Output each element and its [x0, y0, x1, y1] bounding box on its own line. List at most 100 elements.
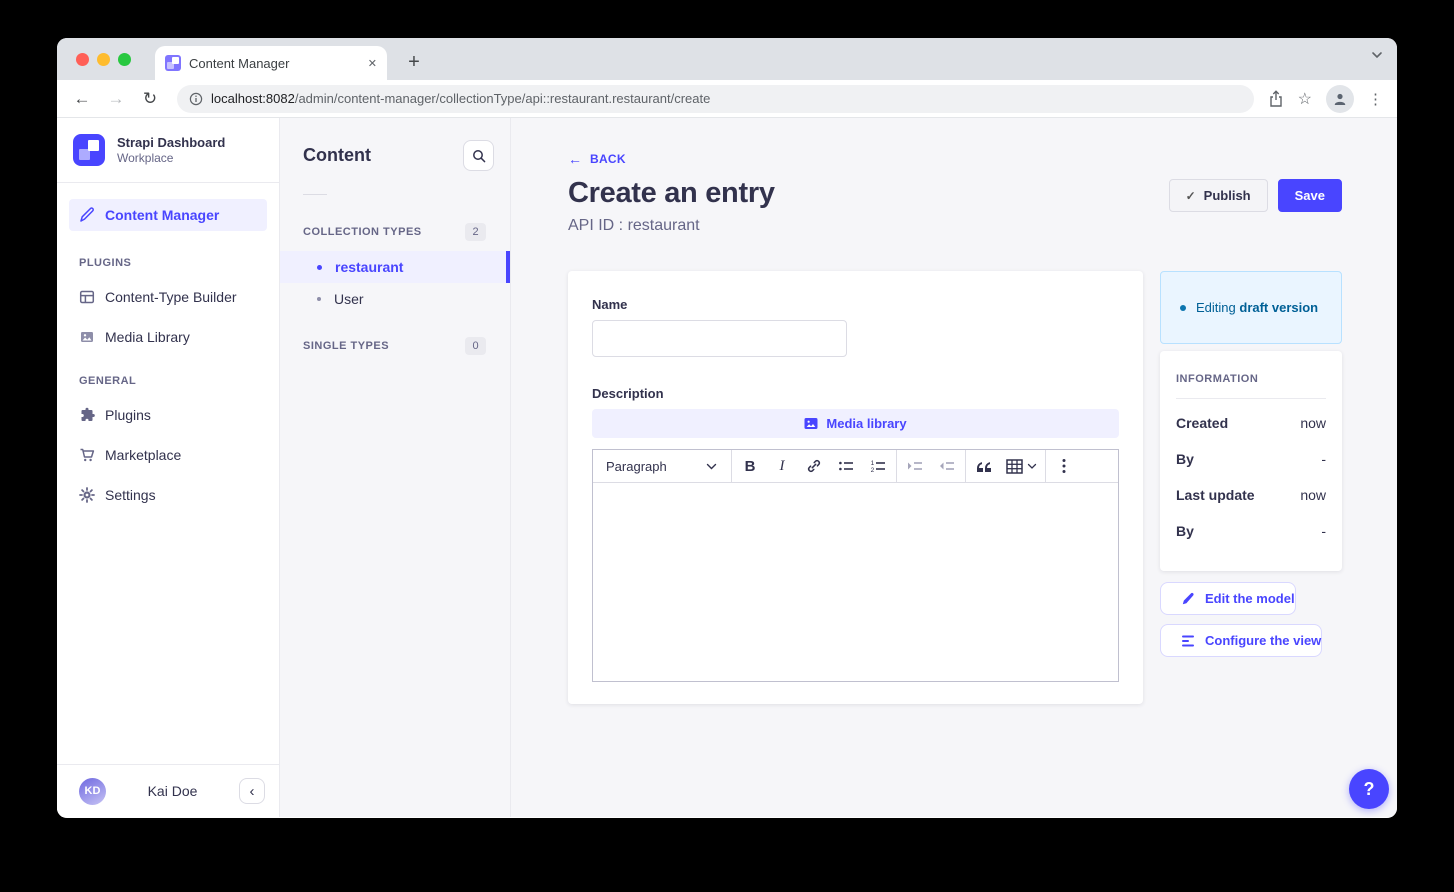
browser-profile-avatar[interactable] — [1326, 85, 1354, 113]
site-info-icon[interactable] — [189, 92, 203, 106]
sidebar-item-settings[interactable]: Settings — [69, 479, 267, 511]
italic-button[interactable]: I — [767, 452, 797, 480]
subnav-item-label: restaurant — [335, 259, 403, 275]
bullet-icon — [317, 297, 321, 301]
minimize-window-button[interactable] — [97, 53, 110, 66]
sidebar-section-plugins: PLUGINS — [57, 239, 279, 277]
pen-icon — [79, 207, 95, 223]
edit-model-button[interactable]: Edit the model — [1160, 582, 1296, 615]
api-id-subtitle: API ID : restaurant — [568, 217, 775, 235]
collection-types-count-badge: 2 — [465, 223, 486, 241]
subnav-item-user[interactable]: User — [280, 283, 510, 315]
zoom-window-button[interactable] — [118, 53, 131, 66]
user-avatar[interactable]: KD — [79, 778, 106, 805]
help-button[interactable]: ? — [1349, 769, 1389, 809]
description-editor-area[interactable] — [593, 483, 1118, 681]
entry-form-card: Name Description Media library Paragraph — [568, 271, 1143, 704]
strapi-logo-icon — [73, 134, 105, 166]
subnav-item-restaurant[interactable]: restaurant — [280, 251, 510, 283]
browser-window: Content Manager ✕ + ← → ↻ localhost:8082… — [57, 38, 1397, 818]
collection-types-header: COLLECTION TYPES 2 — [280, 209, 510, 251]
draft-dot-icon — [1180, 305, 1186, 311]
bold-button[interactable]: B — [735, 452, 765, 480]
chevron-down-icon — [706, 463, 717, 470]
image-icon — [804, 417, 818, 430]
sidebar-item-media-library[interactable]: Media Library — [69, 321, 267, 353]
back-link[interactable]: ← BACK — [568, 151, 626, 167]
blockquote-button[interactable] — [969, 452, 999, 480]
browser-tab-strip: Content Manager ✕ + — [57, 38, 1397, 80]
editor-toolbar: Paragraph B I — [593, 450, 1118, 483]
close-window-button[interactable] — [76, 53, 89, 66]
sidebar-item-label: Plugins — [105, 407, 151, 423]
svg-text:2: 2 — [871, 467, 875, 474]
back-arrow-icon: ← — [568, 151, 582, 167]
indent-button[interactable] — [900, 452, 930, 480]
configure-lines-icon — [1182, 635, 1195, 647]
sidebar-item-label: Content-Type Builder — [105, 289, 237, 305]
subnav-item-label: User — [334, 291, 364, 307]
information-divider — [1176, 398, 1326, 399]
link-button[interactable] — [799, 452, 829, 480]
image-icon — [79, 329, 95, 345]
page-title: Create an entry — [568, 177, 775, 210]
more-options-button[interactable] — [1049, 452, 1079, 480]
search-button[interactable] — [463, 140, 494, 171]
sidebar-item-label: Content Manager — [105, 207, 219, 223]
browser-menu-icon[interactable]: ⋮ — [1368, 90, 1383, 108]
draft-status-text: Editing draft version — [1196, 298, 1318, 318]
content-subnav: Content COLLECTION TYPES 2 restaurant Us… — [280, 118, 511, 817]
info-row-last-update: Last update now — [1176, 477, 1326, 513]
workspace-title: Strapi Dashboard — [117, 135, 225, 150]
browser-back-button[interactable]: ← — [69, 89, 95, 109]
single-types-count-badge: 0 — [465, 337, 486, 355]
close-tab-icon[interactable]: ✕ — [368, 57, 377, 70]
sidebar-divider — [57, 182, 279, 183]
info-row-created-by: By - — [1176, 441, 1326, 477]
bookmark-star-icon[interactable]: ☆ — [1298, 89, 1312, 109]
entry-side-panel: Editing draft version INFORMATION Create… — [1160, 271, 1342, 704]
tab-search-chevron-icon[interactable] — [1371, 51, 1383, 59]
block-style-select[interactable]: Paragraph — [593, 450, 729, 482]
browser-forward-button[interactable]: → — [103, 89, 129, 109]
gear-icon — [79, 487, 95, 503]
share-icon[interactable] — [1268, 90, 1284, 108]
browser-actions: ☆ ⋮ — [1268, 85, 1385, 113]
chevron-down-icon — [1027, 463, 1037, 470]
subnav-title: Content — [303, 145, 371, 166]
sidebar-item-marketplace[interactable]: Marketplace — [69, 439, 267, 471]
publish-button[interactable]: ✓ Publish — [1169, 179, 1268, 212]
collapse-sidebar-button[interactable]: ‹ — [239, 778, 265, 804]
sidebar-item-plugins[interactable]: Plugins — [69, 399, 267, 431]
sidebar-section-general: GENERAL — [57, 357, 279, 395]
outdent-button[interactable] — [932, 452, 962, 480]
pencil-icon — [1182, 592, 1195, 605]
new-tab-button[interactable]: + — [401, 49, 427, 75]
url-path: /admin/content-manager/collectionType/ap… — [295, 91, 711, 106]
window-controls[interactable] — [76, 53, 131, 66]
bulleted-list-button[interactable] — [831, 452, 861, 480]
name-field-label: Name — [592, 297, 1119, 312]
configure-view-button[interactable]: Configure the view — [1160, 624, 1322, 657]
workspace-brand[interactable]: Strapi Dashboard Workplace — [57, 118, 279, 182]
name-input[interactable] — [592, 320, 847, 357]
address-bar[interactable]: localhost:8082/admin/content-manager/col… — [177, 85, 1254, 113]
table-button[interactable] — [1000, 459, 1043, 474]
information-card: INFORMATION Created now By - Last update — [1160, 351, 1342, 571]
numbered-list-button[interactable]: 12 — [863, 452, 893, 480]
sidebar-item-label: Media Library — [105, 329, 190, 345]
main-panel: ← BACK Create an entry API ID : restaura… — [511, 118, 1397, 817]
sidebar-item-content-manager[interactable]: Content Manager — [69, 199, 267, 231]
subnav-divider — [303, 194, 327, 195]
svg-text:1: 1 — [871, 460, 875, 467]
cart-icon — [79, 447, 95, 463]
browser-tab[interactable]: Content Manager ✕ — [155, 46, 387, 80]
tab-title: Content Manager — [189, 56, 360, 71]
sidebar-item-content-type-builder[interactable]: Content-Type Builder — [69, 281, 267, 313]
media-library-button[interactable]: Media library — [592, 409, 1119, 438]
browser-refresh-button[interactable]: ↻ — [137, 89, 163, 109]
url-text[interactable]: localhost:8082/admin/content-manager/col… — [211, 91, 710, 106]
save-button[interactable]: Save — [1278, 179, 1342, 212]
sidebar-item-label: Marketplace — [105, 447, 181, 463]
user-name: Kai Doe — [116, 783, 229, 799]
